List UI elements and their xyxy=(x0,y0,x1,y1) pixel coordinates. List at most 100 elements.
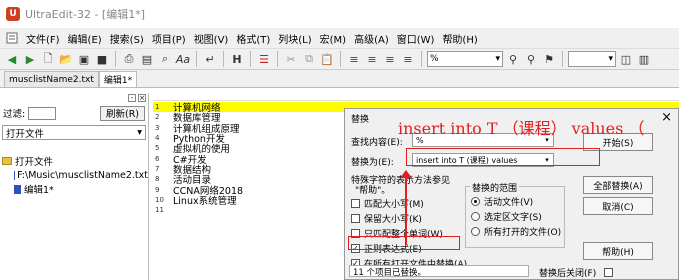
checkbox xyxy=(604,268,614,277)
file-icon xyxy=(14,184,21,194)
menu-format[interactable]: 格式(T) xyxy=(232,31,274,46)
copy-icon[interactable]: ⧉ xyxy=(301,51,317,67)
close-icon[interactable]: × xyxy=(661,110,672,125)
ruler xyxy=(153,93,679,101)
hex-icon[interactable]: H xyxy=(229,51,245,67)
tile-view-icon[interactable]: ▥ xyxy=(636,51,652,67)
toolbar-separator xyxy=(277,51,278,67)
radio xyxy=(471,197,480,206)
tree-item[interactable]: F:\Music\musclistName2.txt xyxy=(0,168,148,182)
toolbar-separator xyxy=(340,51,341,67)
filter-label: 过滤: xyxy=(3,109,26,120)
menu-bar: 文件(F) 编辑(E) 搜索(S) 项目(P) 视图(V) 格式(T) 列块(L… xyxy=(0,28,679,48)
filter-input[interactable] xyxy=(28,106,57,120)
tab-musclistname2[interactable]: musclistName2.txt xyxy=(4,71,99,87)
file-tree: 打开文件 F:\Music\musclistName2.txt 编辑1* xyxy=(0,154,148,196)
panel-header: - × xyxy=(0,93,148,103)
menu-column[interactable]: 列块(L) xyxy=(274,31,315,46)
open-files-select[interactable]: 打开文件 ▾ xyxy=(2,125,146,140)
refresh-button[interactable]: 刷新(R) xyxy=(99,105,145,121)
font-combo[interactable]: % ▾ xyxy=(427,51,503,67)
align-left-icon[interactable]: ≡ xyxy=(346,51,362,67)
find-label: 查找内容(E): xyxy=(351,138,403,148)
replace-label: 替换为(E): xyxy=(351,158,394,168)
checkbox xyxy=(351,199,360,208)
regex-highlight xyxy=(348,236,460,250)
file-tree-panel: - × 过滤: 刷新(R) 打开文件 ▾ 打开文件 F:\Music\muscl… xyxy=(0,93,149,280)
cancel-button[interactable]: 取消(C) xyxy=(583,197,653,215)
align-center-icon[interactable]: ≡ xyxy=(364,51,380,67)
menu-file[interactable]: 文件(F) xyxy=(22,31,64,46)
scope-active-radio[interactable]: 活动文件(V) xyxy=(471,195,533,208)
bookmark-icon[interactable]: ⚑ xyxy=(541,51,557,67)
annotation-text: insert into T （课程） values （ xyxy=(398,119,645,138)
menu-macro[interactable]: 宏(M) xyxy=(316,31,350,46)
menu-window[interactable]: 窗口(W) xyxy=(393,31,439,46)
open-folder-icon[interactable]: 📂 xyxy=(58,51,74,67)
toolbar-separator xyxy=(421,51,422,67)
chevron-down-icon: ▾ xyxy=(608,54,613,64)
radio xyxy=(471,212,480,221)
replace-all-button[interactable]: 全部替换(A) xyxy=(583,176,653,194)
file-tab-bar: musclistName2.txt 编辑1* xyxy=(0,70,679,88)
close-icon[interactable]: × xyxy=(138,94,146,102)
help-button[interactable]: 帮助(H) xyxy=(583,242,653,260)
toolbar: ◀ ▶ 🗋 📂 ▣ ■ ⎙ ▤ ⌕ Aa ↵ H ☰ ✂ ⧉ 📋 ≡ ≡ ≡ ≡… xyxy=(0,48,679,70)
paste-icon[interactable]: 📋 xyxy=(319,51,335,67)
toolbar-separator xyxy=(115,51,116,67)
folder-icon xyxy=(2,157,12,165)
binoculars-icon[interactable]: ⚲ xyxy=(505,51,521,67)
preserve-case-checkbox[interactable]: 保留大小写(K) xyxy=(351,212,422,225)
match-case-checkbox[interactable]: 匹配大小写(M) xyxy=(351,197,424,210)
chevron-down-icon: ▾ xyxy=(137,127,142,138)
cut-icon[interactable]: ✂ xyxy=(283,51,299,67)
hint-text-2: "帮助"。 xyxy=(355,186,391,196)
tree-item[interactable]: 编辑1* xyxy=(0,182,148,196)
list-icon[interactable]: ☰ xyxy=(256,51,272,67)
document-icon xyxy=(6,32,18,44)
new-file-icon[interactable]: 🗋 xyxy=(40,51,56,67)
title-bar: U UltraEdit-32 - [编辑1*] xyxy=(0,0,679,28)
print-preview-icon[interactable]: ▤ xyxy=(139,51,155,67)
menu-help[interactable]: 帮助(H) xyxy=(438,31,481,46)
split-view-icon[interactable]: ◫ xyxy=(618,51,634,67)
chevron-down-icon: ▾ xyxy=(495,54,500,64)
replace-value-highlight xyxy=(406,148,600,166)
toolbar-separator xyxy=(250,51,251,67)
menu-edit[interactable]: 编辑(E) xyxy=(64,31,106,46)
status-text: 11 个项目已替换。 xyxy=(349,265,529,278)
font-icon[interactable]: Aa xyxy=(175,51,191,67)
dialog-title: 替换 xyxy=(351,115,370,125)
close-after-replace-checkbox[interactable]: 替换后关闭(F) xyxy=(539,266,617,279)
checkbox xyxy=(351,214,360,223)
back-arrow-icon[interactable]: ◀ xyxy=(4,51,20,67)
minimize-icon[interactable]: - xyxy=(128,94,136,102)
window-title: UltraEdit-32 - [编辑1*] xyxy=(25,8,145,21)
find-icon[interactable]: ⌕ xyxy=(157,51,173,67)
filter-row: 过滤: 刷新(R) xyxy=(0,103,148,123)
find-combo[interactable]: ▾ xyxy=(568,51,616,67)
menu-view[interactable]: 视图(V) xyxy=(190,31,233,46)
scope-title: 替换的范围 xyxy=(470,181,520,194)
toolbar-separator xyxy=(562,51,563,67)
forward-arrow-icon[interactable]: ▶ xyxy=(22,51,38,67)
ultraedit-logo-icon: U xyxy=(6,7,20,21)
scope-selection-radio[interactable]: 选定区文字(S) xyxy=(471,210,542,223)
save-all-icon[interactable]: ■ xyxy=(94,51,110,67)
tree-root[interactable]: 打开文件 xyxy=(0,154,148,168)
menu-project[interactable]: 项目(P) xyxy=(148,31,190,46)
radio xyxy=(471,227,480,236)
align-right-icon[interactable]: ≡ xyxy=(382,51,398,67)
print-icon[interactable]: ⎙ xyxy=(121,51,137,67)
menu-search[interactable]: 搜索(S) xyxy=(106,31,148,46)
justify-icon[interactable]: ≡ xyxy=(400,51,416,67)
word-wrap-icon[interactable]: ↵ xyxy=(202,51,218,67)
find-next-icon[interactable]: ⚲ xyxy=(523,51,539,67)
toolbar-separator xyxy=(196,51,197,67)
scope-all-open-radio[interactable]: 所有打开的文件(O) xyxy=(471,225,561,238)
menu-advanced[interactable]: 高级(A) xyxy=(350,31,393,46)
toolbar-separator xyxy=(223,51,224,67)
save-icon[interactable]: ▣ xyxy=(76,51,92,67)
tab-edit1[interactable]: 编辑1* xyxy=(98,71,138,87)
annotation-arrow xyxy=(405,177,407,245)
